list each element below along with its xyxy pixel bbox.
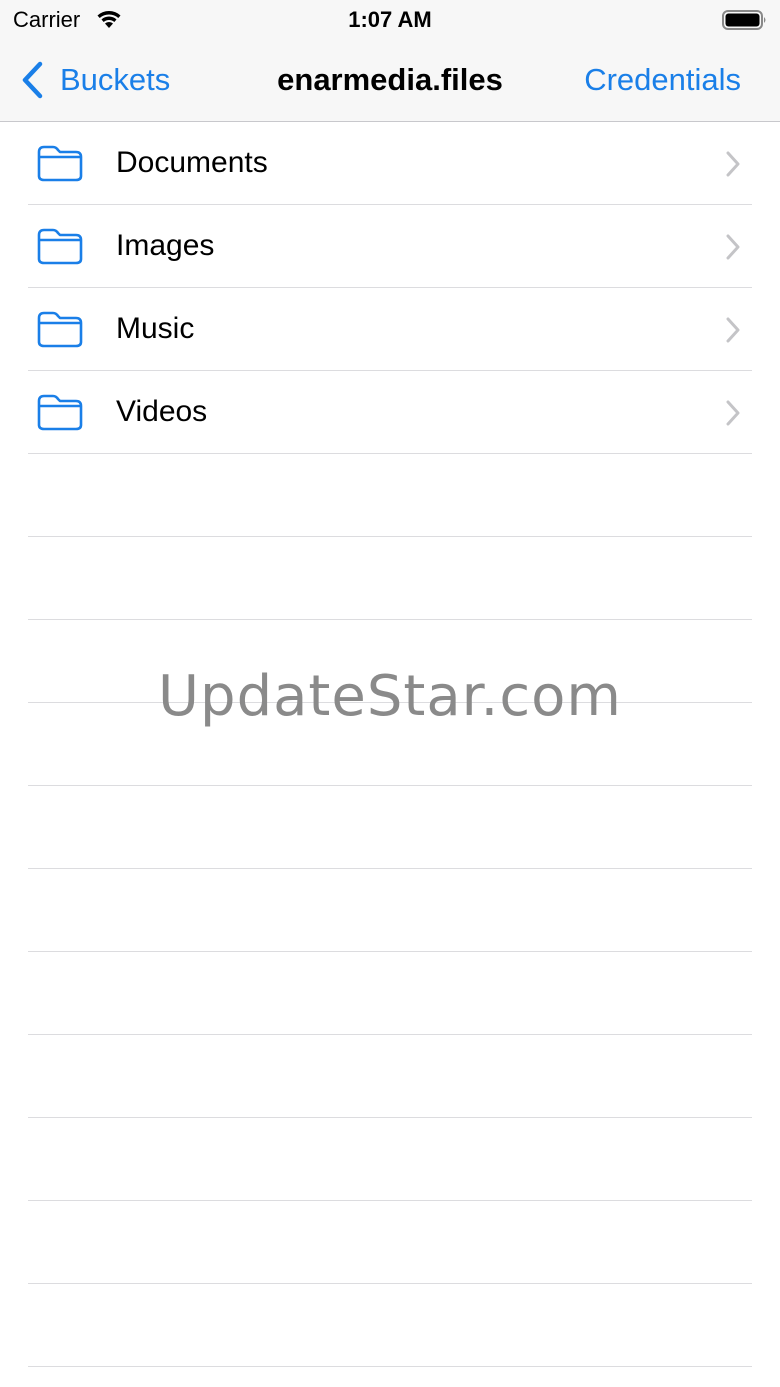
- empty-table-row: [28, 1118, 752, 1201]
- empty-table-row: [28, 952, 752, 1035]
- empty-table-row: [28, 1201, 752, 1284]
- watermark: UpdateStar.com: [158, 664, 622, 729]
- folder-icon: [37, 394, 83, 431]
- folder-list: Documents Images Music Videos: [0, 122, 780, 1367]
- empty-table-row: [28, 869, 752, 952]
- empty-table-row: [28, 1035, 752, 1118]
- empty-table-row: [28, 537, 752, 620]
- folder-icon: [37, 311, 83, 348]
- chevron-right-icon: [726, 151, 740, 177]
- list-item-label: Music: [116, 312, 195, 345]
- list-item-images[interactable]: Images: [28, 205, 752, 288]
- folder-icon: [37, 145, 83, 182]
- list-item-label: Images: [116, 229, 215, 262]
- empty-table-row: [28, 454, 752, 537]
- list-item-documents[interactable]: Documents: [28, 122, 752, 205]
- chevron-right-icon: [726, 400, 740, 426]
- top-chrome: Carrier 1:07 AM Buckets enarmedia.files: [0, 0, 780, 122]
- list-item-label: Documents: [116, 146, 268, 179]
- empty-table-row: [28, 786, 752, 869]
- status-time: 1:07 AM: [348, 7, 432, 32]
- folder-icon: [37, 228, 83, 265]
- status-bar: Carrier 1:07 AM: [0, 0, 780, 40]
- list-item-music[interactable]: Music: [28, 288, 752, 371]
- empty-table-row: [28, 1284, 752, 1367]
- chevron-right-icon: [726, 234, 740, 260]
- list-item-label: Videos: [116, 395, 208, 428]
- credentials-button[interactable]: Credentials: [584, 62, 741, 98]
- battery-icon: [722, 10, 766, 30]
- chevron-right-icon: [726, 317, 740, 343]
- list-item-videos[interactable]: Videos: [28, 371, 752, 454]
- navigation-bar: Buckets enarmedia.files Credentials: [0, 40, 780, 122]
- app-screen: Carrier 1:07 AM Buckets enarmedia.files: [0, 0, 780, 1387]
